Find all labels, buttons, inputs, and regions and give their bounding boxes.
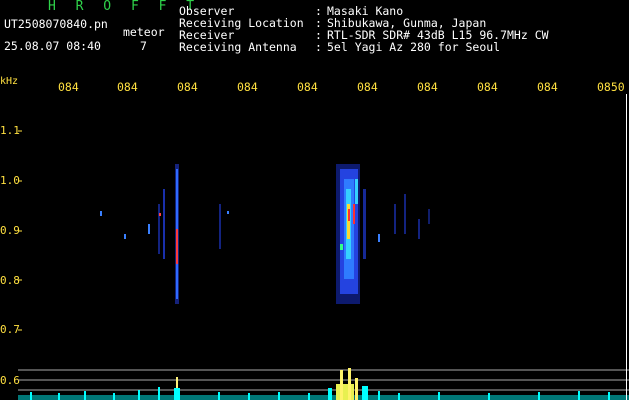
reference-lines: [18, 369, 629, 391]
meteor-label: meteor: [123, 25, 165, 39]
date-time: 25.08.07 08:40: [4, 39, 101, 53]
freq-tick: 0.8: [0, 274, 20, 287]
meteor-count: 7: [140, 39, 147, 53]
info-value-antenna: 5el Yagi Az 280 for Seoul: [327, 40, 501, 54]
meteor-echo-1: [100, 164, 229, 304]
time-tick: 084: [477, 80, 498, 94]
freq-tick: 0.7: [0, 323, 20, 336]
time-tick: 084: [537, 80, 558, 94]
freq-tick: 0.6: [0, 374, 20, 387]
time-tick: 084: [417, 80, 438, 94]
file-name: UT2508070840.pn: [4, 17, 108, 31]
app-title: H R O F F T: [48, 0, 201, 14]
time-tick: 084: [58, 80, 79, 94]
spectrum-trace: [18, 368, 629, 400]
freq-tick: 1.0: [0, 174, 20, 187]
time-tick: 0850: [597, 80, 625, 94]
frequency-unit: kHz: [0, 76, 19, 87]
time-tick: 084: [237, 80, 258, 94]
time-tick: 084: [357, 80, 378, 94]
plot-right-border: [626, 94, 627, 400]
freq-tick: 1.1: [0, 124, 20, 137]
time-tick: 084: [117, 80, 138, 94]
freq-tick: 0.9: [0, 224, 20, 237]
time-tick: 084: [177, 80, 198, 94]
time-tick: 084: [297, 80, 318, 94]
info-label-antenna: Receiving Antenna: [179, 40, 297, 54]
meteor-echo-2: [336, 164, 430, 304]
freq-tick-marks: [18, 130, 22, 381]
spectrogram: [18, 130, 629, 400]
